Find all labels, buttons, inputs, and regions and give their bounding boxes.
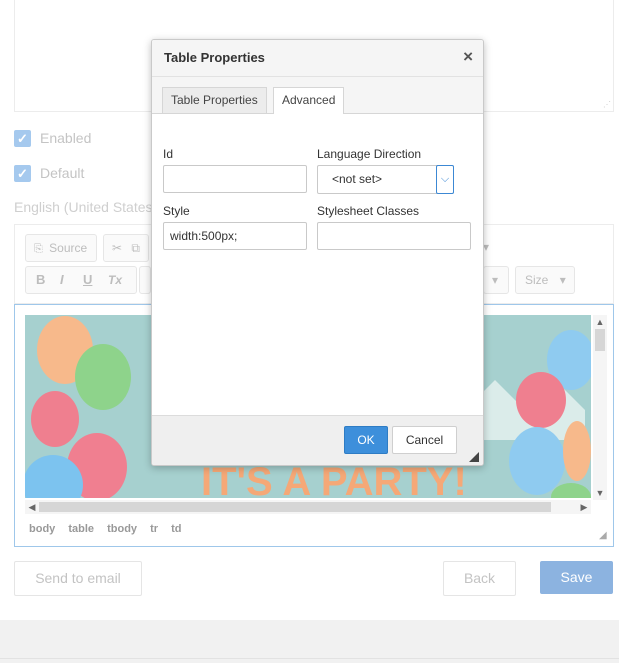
footer-divider	[0, 658, 619, 659]
vertical-scrollbar[interactable]: ▲ ▼	[593, 315, 607, 500]
footer-band	[0, 620, 619, 663]
resize-grip-icon[interactable]	[469, 452, 479, 462]
language-label: English (United States)	[14, 199, 158, 215]
scroll-thumb[interactable]	[39, 502, 551, 512]
path-tbody[interactable]: tbody	[107, 523, 137, 535]
path-tr[interactable]: tr	[150, 523, 158, 535]
dialog-title: Table Properties	[164, 50, 265, 65]
default-label: Default	[40, 165, 85, 181]
chevron-down-icon[interactable]: ⌵	[436, 165, 454, 194]
format-group: B I U Tx	[25, 266, 137, 294]
path-table[interactable]: table	[68, 523, 94, 535]
chevron-right-icon[interactable]: ▶	[577, 500, 591, 514]
bold-button[interactable]: B	[36, 267, 45, 293]
clipboard-group: ✂ ⧉	[103, 234, 149, 262]
align-button[interactable]	[139, 266, 151, 294]
resize-grip-icon[interactable]: ◢	[599, 531, 607, 541]
resize-grip-icon[interactable]: ⋰	[603, 101, 611, 109]
path-body[interactable]: body	[29, 523, 55, 535]
chevron-left-icon[interactable]: ◀	[25, 500, 39, 514]
id-label: Id	[163, 147, 174, 161]
language-direction-label: Language Direction	[317, 147, 422, 161]
cancel-button[interactable]: Cancel	[392, 426, 457, 454]
stylesheet-classes-label: Stylesheet Classes	[317, 204, 420, 218]
stylesheet-classes-input[interactable]	[317, 222, 471, 250]
path-td[interactable]: td	[171, 523, 181, 535]
font-dropdown[interactable]: ▾	[483, 266, 509, 294]
default-checkbox-row[interactable]: ✓ Default	[14, 163, 84, 183]
enabled-label: Enabled	[40, 130, 92, 146]
language-direction-value: <not set>	[332, 172, 383, 186]
source-button[interactable]: ⎘ Source	[25, 234, 97, 262]
horizontal-scrollbar[interactable]: ◀ ▶	[25, 500, 591, 514]
style-label: Style	[163, 204, 190, 218]
tab-table-properties[interactable]: Table Properties	[162, 87, 267, 113]
tab-advanced[interactable]: Advanced	[273, 87, 345, 114]
chevron-down-icon[interactable]: ▼	[593, 486, 607, 500]
source-label: Source	[49, 241, 88, 255]
check-icon[interactable]: ✓	[14, 129, 31, 147]
send-to-email-button[interactable]: Send to email	[14, 561, 142, 596]
copy-icon[interactable]: ⧉	[131, 241, 140, 255]
cut-icon[interactable]: ✂	[112, 241, 122, 255]
remove-format-button[interactable]: Tx	[108, 267, 122, 293]
element-path: body table tbody tr td	[29, 523, 192, 535]
dialog-tabs: Table Properties Advanced	[152, 77, 483, 114]
dialog-footer: OK Cancel	[152, 415, 483, 465]
dialog-titlebar[interactable]: Table Properties ×	[152, 40, 483, 77]
id-input[interactable]	[163, 165, 307, 193]
chevron-down-icon: ▾	[492, 273, 499, 287]
size-label: Size	[525, 273, 549, 287]
style-input[interactable]: width:500px;	[163, 222, 307, 250]
size-dropdown[interactable]: Size ▾	[515, 266, 575, 294]
chevron-up-icon[interactable]: ▲	[593, 315, 607, 329]
italic-button[interactable]: I	[60, 267, 64, 293]
source-icon: ⎘	[34, 243, 43, 255]
save-button[interactable]: Save	[540, 561, 613, 594]
close-icon[interactable]: ×	[463, 47, 473, 67]
chevron-down-icon[interactable]: ▾	[483, 234, 497, 260]
language-direction-select[interactable]: <not set> ⌵	[317, 165, 454, 194]
underline-button[interactable]: U	[83, 267, 92, 293]
scroll-thumb[interactable]	[595, 329, 605, 351]
chevron-down-icon: ▾	[559, 273, 566, 287]
back-button[interactable]: Back	[443, 561, 516, 596]
enabled-checkbox-row[interactable]: ✓ Enabled	[14, 128, 91, 148]
check-icon[interactable]: ✓	[14, 164, 31, 182]
ok-button[interactable]: OK	[344, 426, 388, 454]
table-properties-dialog: Table Properties × Table Properties Adva…	[151, 39, 484, 466]
